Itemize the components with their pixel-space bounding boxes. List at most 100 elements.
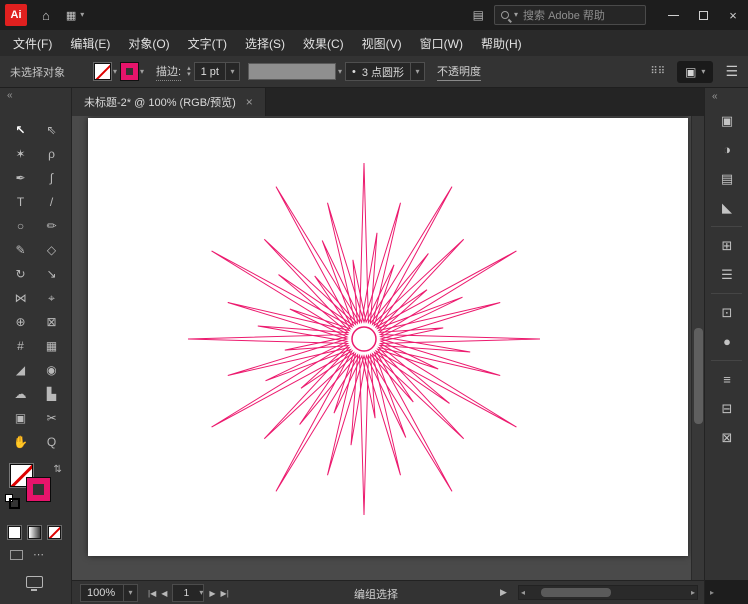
stroke-swatch[interactable] xyxy=(27,478,50,501)
panel-menu-icon[interactable]: ☰ xyxy=(725,63,738,80)
draw-mode-icon[interactable] xyxy=(10,550,23,560)
minimize-button[interactable] xyxy=(658,0,688,30)
zoom-level-dropdown[interactable]: 100% ▾ xyxy=(80,584,138,602)
shaper-tool[interactable]: ✎ xyxy=(5,238,36,262)
none-button[interactable] xyxy=(48,526,61,539)
width-tool[interactable]: ⋈ xyxy=(5,286,36,310)
menu-item-file[interactable]: 文件(F) xyxy=(4,35,61,52)
grid-dots-icon[interactable]: ⠿⠿ xyxy=(650,66,665,77)
brush-dropdown-button[interactable]: ▾ xyxy=(410,63,424,80)
curvature-tool[interactable]: ∫ xyxy=(36,166,67,190)
ellipse-tool[interactable]: ○ xyxy=(5,214,36,238)
stroke-weight-input[interactable]: 1 pt ▾ xyxy=(193,62,240,81)
search-input[interactable]: ▾ 搜索 Adobe 帮助 xyxy=(494,5,646,25)
menu-item-window[interactable]: 窗口(W) xyxy=(411,35,472,52)
eraser-tool[interactable]: ◇ xyxy=(36,238,67,262)
menu-item-edit[interactable]: 编辑(E) xyxy=(61,35,119,52)
rotate-tool[interactable]: ↻ xyxy=(5,262,36,286)
previous-artboard-button[interactable]: ◀ xyxy=(161,589,167,598)
stroke-panel-link[interactable]: 描边: xyxy=(156,63,182,81)
perspective-grid-tool[interactable]: ⊠ xyxy=(36,310,67,334)
stroke-weight-dropdown[interactable]: ▾ xyxy=(224,63,239,80)
document-organizer-icon[interactable]: ▤ xyxy=(473,8,484,22)
menu-item-view[interactable]: 视图(V) xyxy=(353,35,411,52)
vertical-scrollbar-thumb[interactable] xyxy=(694,328,703,424)
color-panel-icon[interactable]: ◑ xyxy=(705,135,748,164)
workspace-grid-icon: ▦ xyxy=(65,9,77,22)
brush-definition-dropdown[interactable]: • 3 点圆形 ▾ xyxy=(344,62,426,81)
zoom-dropdown-button[interactable]: ▾ xyxy=(123,585,137,601)
slice-tool[interactable]: ✂ xyxy=(36,406,67,430)
swap-fill-stroke-icon[interactable]: ⇄ xyxy=(52,464,63,472)
default-fill-stroke-icon[interactable] xyxy=(5,494,20,509)
artboard-number-dropdown[interactable]: 1 ▾ xyxy=(172,584,205,602)
pen-tool[interactable]: ✒ xyxy=(5,166,36,190)
opacity-panel-link[interactable]: 不透明度 xyxy=(437,63,482,81)
layers-panel-icon[interactable]: ≡ xyxy=(705,365,748,394)
direct-selection-tool[interactable]: ⇖ xyxy=(36,118,67,142)
appearance-panel-icon[interactable]: ● xyxy=(705,327,748,356)
menu-item-select[interactable]: 选择(S) xyxy=(236,35,294,52)
free-transform-tool[interactable]: ⌖ xyxy=(36,286,67,310)
paintbrush-tool[interactable]: ✏ xyxy=(36,214,67,238)
stroke-panel-icon[interactable]: ☰ xyxy=(705,260,748,289)
fill-color-control[interactable]: ▾ xyxy=(94,63,117,80)
horizontal-scrollbar-thumb[interactable] xyxy=(541,588,611,597)
menu-item-effect[interactable]: 效果(C) xyxy=(294,35,353,52)
asset-export-panel-icon[interactable]: ⊠ xyxy=(705,423,748,452)
document-tab[interactable]: 未标题-2* @ 100% (RGB/预览) × xyxy=(72,88,266,116)
shape-builder-tool[interactable]: ⊕ xyxy=(5,310,36,334)
hand-tool[interactable]: ✋ xyxy=(5,430,36,454)
workspace-switcher[interactable]: ▦ ▾ xyxy=(66,9,84,22)
close-tab-icon[interactable]: × xyxy=(246,95,253,109)
libraries-panel-icon[interactable]: ⊞ xyxy=(705,231,748,260)
menu-item-object[interactable]: 对象(O) xyxy=(119,35,178,52)
width-profile-dropdown-icon[interactable]: ▾ xyxy=(338,67,342,76)
mesh-tool[interactable]: # xyxy=(5,334,36,358)
edit-toolbar-icon[interactable]: ⋯ xyxy=(33,550,44,561)
gradient-tool[interactable]: ▦ xyxy=(36,334,67,358)
symbol-sprayer-tool[interactable]: ☁ xyxy=(5,382,36,406)
collapse-panels-icon[interactable]: « xyxy=(705,88,748,106)
scroll-right-icon[interactable]: ▸ xyxy=(691,588,695,597)
eyedropper-tool[interactable]: ◢ xyxy=(5,358,36,382)
color-button[interactable] xyxy=(8,526,21,539)
screen-mode-icon[interactable] xyxy=(26,576,43,591)
last-artboard-button[interactable]: ▶| xyxy=(221,589,229,598)
selection-tool[interactable]: ↖ xyxy=(5,118,36,142)
type-tool[interactable]: T xyxy=(5,190,36,214)
workspace-button[interactable]: ▣ ▾ xyxy=(677,60,714,83)
line-segment-tool[interactable]: / xyxy=(36,190,67,214)
color-guide-panel-icon[interactable]: ▤ xyxy=(705,164,748,193)
next-artboard-button[interactable]: ▶ xyxy=(209,589,215,598)
blend-tool[interactable]: ◉ xyxy=(36,358,67,382)
artboard-tool[interactable]: ▣ xyxy=(5,406,36,430)
properties-panel-icon[interactable]: ▣ xyxy=(705,106,748,135)
home-icon[interactable]: ⌂ xyxy=(42,8,50,23)
toolbar-extras: ⋯ xyxy=(10,550,44,561)
zoom-tool[interactable]: Q xyxy=(36,430,67,454)
status-menu-arrow-icon[interactable]: ▶ xyxy=(500,587,507,598)
vertical-scrollbar[interactable] xyxy=(691,116,704,580)
scale-tool[interactable]: ↘ xyxy=(36,262,67,286)
horizontal-scrollbar[interactable]: ◂ ▸ xyxy=(518,585,698,600)
collapse-toolbar-icon[interactable]: « xyxy=(7,90,13,101)
stroke-weight-stepper[interactable]: ▴ ▾ xyxy=(187,65,191,78)
magic-wand-tool[interactable]: ✶ xyxy=(5,142,36,166)
lasso-tool[interactable]: ρ xyxy=(36,142,67,166)
menu-item-help[interactable]: 帮助(H) xyxy=(472,35,531,52)
menu-item-type[interactable]: 文字(T) xyxy=(179,35,236,52)
first-artboard-button[interactable]: |◀ xyxy=(148,589,156,598)
gradient-panel-icon[interactable]: ◣ xyxy=(705,193,748,222)
canvas[interactable] xyxy=(72,116,704,580)
width-profile-preview[interactable] xyxy=(247,63,336,80)
close-button[interactable]: × xyxy=(718,0,748,30)
maximize-button[interactable] xyxy=(688,0,718,30)
gradient-button[interactable] xyxy=(28,526,41,539)
stroke-color-control[interactable]: ▾ xyxy=(121,63,144,80)
stepper-down-icon[interactable]: ▾ xyxy=(187,71,191,78)
column-graph-tool[interactable]: ▙ xyxy=(36,382,67,406)
scroll-left-icon[interactable]: ◂ xyxy=(521,588,525,597)
artboards-panel-icon[interactable]: ⊟ xyxy=(705,394,748,423)
transform-panel-icon[interactable]: ⊡ xyxy=(705,298,748,327)
